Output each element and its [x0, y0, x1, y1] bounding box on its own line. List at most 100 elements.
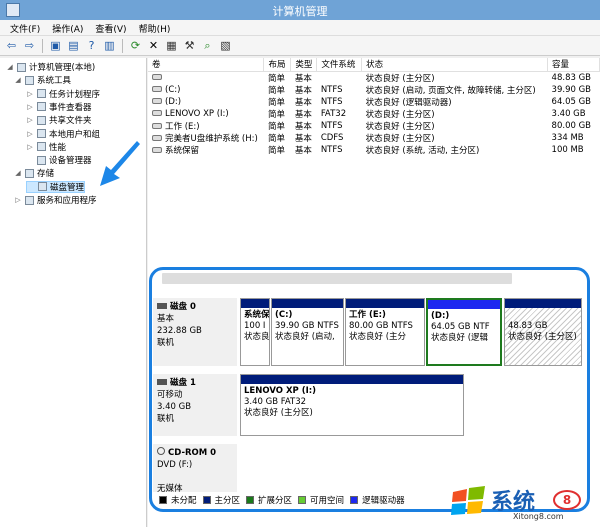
cell-text: 基本: [294, 73, 312, 84]
event-viewer-icon: [37, 102, 46, 112]
menu-file[interactable]: 文件(F): [4, 20, 46, 35]
up-folder-icon[interactable]: ▣: [48, 38, 63, 53]
table-row[interactable]: (C:) 简单 基本 NTFS 状态良好 (启动, 页面文件, 故障转储, 主分区) 39…: [148, 84, 600, 96]
volume-icon: [152, 147, 162, 153]
tree-item[interactable]: ▷ 性能: [26, 141, 66, 153]
table-cell: 64.05 GB: [548, 96, 600, 108]
cell-text: 简单: [267, 133, 285, 144]
forward-icon[interactable]: ⇨: [22, 38, 37, 53]
cell-text: 100 MB: [551, 144, 584, 155]
table-cell: 3.40 GB: [548, 108, 600, 120]
help-icon[interactable]: ?: [84, 38, 99, 53]
cell-text: 简单: [267, 97, 285, 108]
table-cell: 100 MB: [548, 144, 600, 156]
tree-item[interactable]: ▷ 事件查看器: [26, 101, 92, 113]
table-cell: 简单: [264, 144, 291, 156]
table-row[interactable]: 完美者U盘维护系统 (H:) 简单 基本 CDFS 状态良好 (主分区) 334 MB: [148, 132, 600, 144]
table-row[interactable]: 简单 基本 状态良好 (主分区) 48.83 GB: [148, 71, 600, 84]
watermark-logo: 系统 8 Xitong8.com: [447, 482, 597, 524]
table-cell: 工作 (E:): [148, 120, 264, 132]
toolbar-separator: [42, 38, 43, 53]
table-cell: LENOVO XP (I:): [148, 108, 264, 120]
tools-icon[interactable]: ⚒: [182, 38, 197, 53]
cell-text: 状态良好 (主分区): [365, 121, 435, 132]
column-header-capacity[interactable]: 容量: [547, 58, 600, 72]
cell-text: 80.00 GB: [551, 120, 592, 131]
table-cell: 状态良好 (系统, 活动, 主分区): [362, 144, 548, 156]
cell-text: 完美者U盘维护系统 (H:): [165, 133, 258, 144]
tree-item-label: 存储: [37, 169, 55, 180]
table-cell: FAT32: [317, 108, 362, 120]
expand-icon[interactable]: ▷: [26, 103, 34, 111]
expand-icon[interactable]: ▷: [14, 196, 22, 204]
expand-icon[interactable]: ◢: [14, 169, 22, 177]
column-header-layout[interactable]: 布局: [263, 58, 292, 72]
tree-item[interactable]: ◢ 计算机管理(本地): [6, 61, 95, 73]
tree-item[interactable]: ◢ 系统工具: [14, 74, 71, 86]
cell-text: (C:): [165, 84, 181, 95]
refresh-icon[interactable]: ⟳: [128, 38, 143, 53]
table-cell: NTFS: [317, 120, 362, 132]
tree-item[interactable]: ▷ 本地用户和组: [26, 128, 100, 140]
search-icon[interactable]: ⌕: [200, 38, 215, 53]
table-cell: NTFS: [317, 96, 362, 108]
cell-text: 48.83 GB: [551, 72, 592, 83]
tree-item[interactable]: ◢ 存储: [14, 167, 54, 179]
disk-icon[interactable]: ▦: [164, 38, 179, 53]
cell-text: NTFS: [320, 120, 343, 131]
table-cell: 48.83 GB: [548, 71, 600, 84]
close-icon[interactable]: ✕: [146, 38, 161, 53]
expand-icon[interactable]: ◢: [14, 76, 22, 84]
tree-item[interactable]: ▷ 服务和应用程序: [14, 194, 97, 206]
menu-help[interactable]: 帮助(H): [133, 20, 177, 35]
table-cell: NTFS: [317, 144, 362, 156]
cell-text: CDFS: [320, 132, 344, 143]
expand-icon[interactable]: ▷: [26, 130, 34, 138]
title-bar[interactable]: 计算机管理: [0, 0, 600, 20]
table-row[interactable]: (D:) 简单 基本 NTFS 状态良好 (逻辑驱动器) 64.05 GB: [148, 96, 600, 108]
cell-text: 基本: [294, 133, 312, 144]
expand-icon[interactable]: ▷: [26, 116, 34, 124]
menu-action[interactable]: 操作(A): [46, 20, 89, 35]
tree-item-label: 设备管理器: [49, 156, 92, 167]
menu-view[interactable]: 查看(V): [89, 20, 132, 35]
table-cell: 状态良好 (主分区): [362, 120, 548, 132]
cell-text: 状态良好 (主分区): [365, 73, 435, 84]
table-row[interactable]: LENOVO XP (I:) 简单 基本 FAT32 状态良好 (主分区) 3.40 GB: [148, 108, 600, 120]
tree-item-label: 服务和应用程序: [37, 196, 97, 206]
table-cell: [317, 71, 362, 84]
expand-icon[interactable]: ▷: [26, 143, 34, 151]
expand-icon[interactable]: ◢: [6, 63, 14, 71]
table-cell: 基本: [291, 144, 317, 156]
tree-item-label: 事件查看器: [49, 102, 92, 113]
cell-text: 简单: [267, 121, 285, 132]
cell-text: 基本: [294, 85, 312, 96]
back-icon[interactable]: ⇦: [4, 38, 19, 53]
column-header-type[interactable]: 类型: [290, 58, 318, 72]
arrow-pointer-icon: [100, 141, 140, 186]
cell-text: NTFS: [320, 96, 343, 107]
tree-item[interactable]: ▷ 任务计划程序: [26, 88, 100, 100]
cell-text: 基本: [294, 145, 312, 156]
expand-icon[interactable]: ▷: [26, 90, 34, 98]
volume-icon: [152, 135, 162, 141]
cell-text: 基本: [294, 97, 312, 108]
table-row[interactable]: 工作 (E:) 简单 基本 NTFS 状态良好 (主分区) 80.00 GB: [148, 120, 600, 132]
tree-item[interactable]: 设备管理器: [26, 154, 92, 166]
tree-item-label: 系统工具: [37, 76, 72, 87]
table-cell: CDFS: [317, 132, 362, 144]
table-row[interactable]: 系统保留 简单 基本 NTFS 状态良好 (系统, 活动, 主分区) 100 MB: [148, 144, 600, 156]
column-header-filesystem[interactable]: 文件系统: [316, 58, 363, 72]
table-cell: 简单: [264, 71, 291, 84]
settings-icon[interactable]: ▧: [218, 38, 233, 53]
column-header-status[interactable]: 状态: [361, 58, 549, 72]
tree-item[interactable]: 磁盘管理: [26, 180, 86, 193]
cell-text: (D:): [165, 96, 182, 107]
properties-icon[interactable]: ▤: [66, 38, 81, 53]
column-header-volume[interactable]: 卷: [148, 58, 265, 72]
tree-item[interactable]: ▷ 共享文件夹: [26, 114, 92, 126]
show-hide-icon[interactable]: ▥: [102, 38, 117, 53]
cell-text: 334 MB: [551, 132, 584, 143]
tree-item-label: 本地用户和组: [49, 129, 101, 140]
table-cell: 简单: [264, 120, 291, 132]
